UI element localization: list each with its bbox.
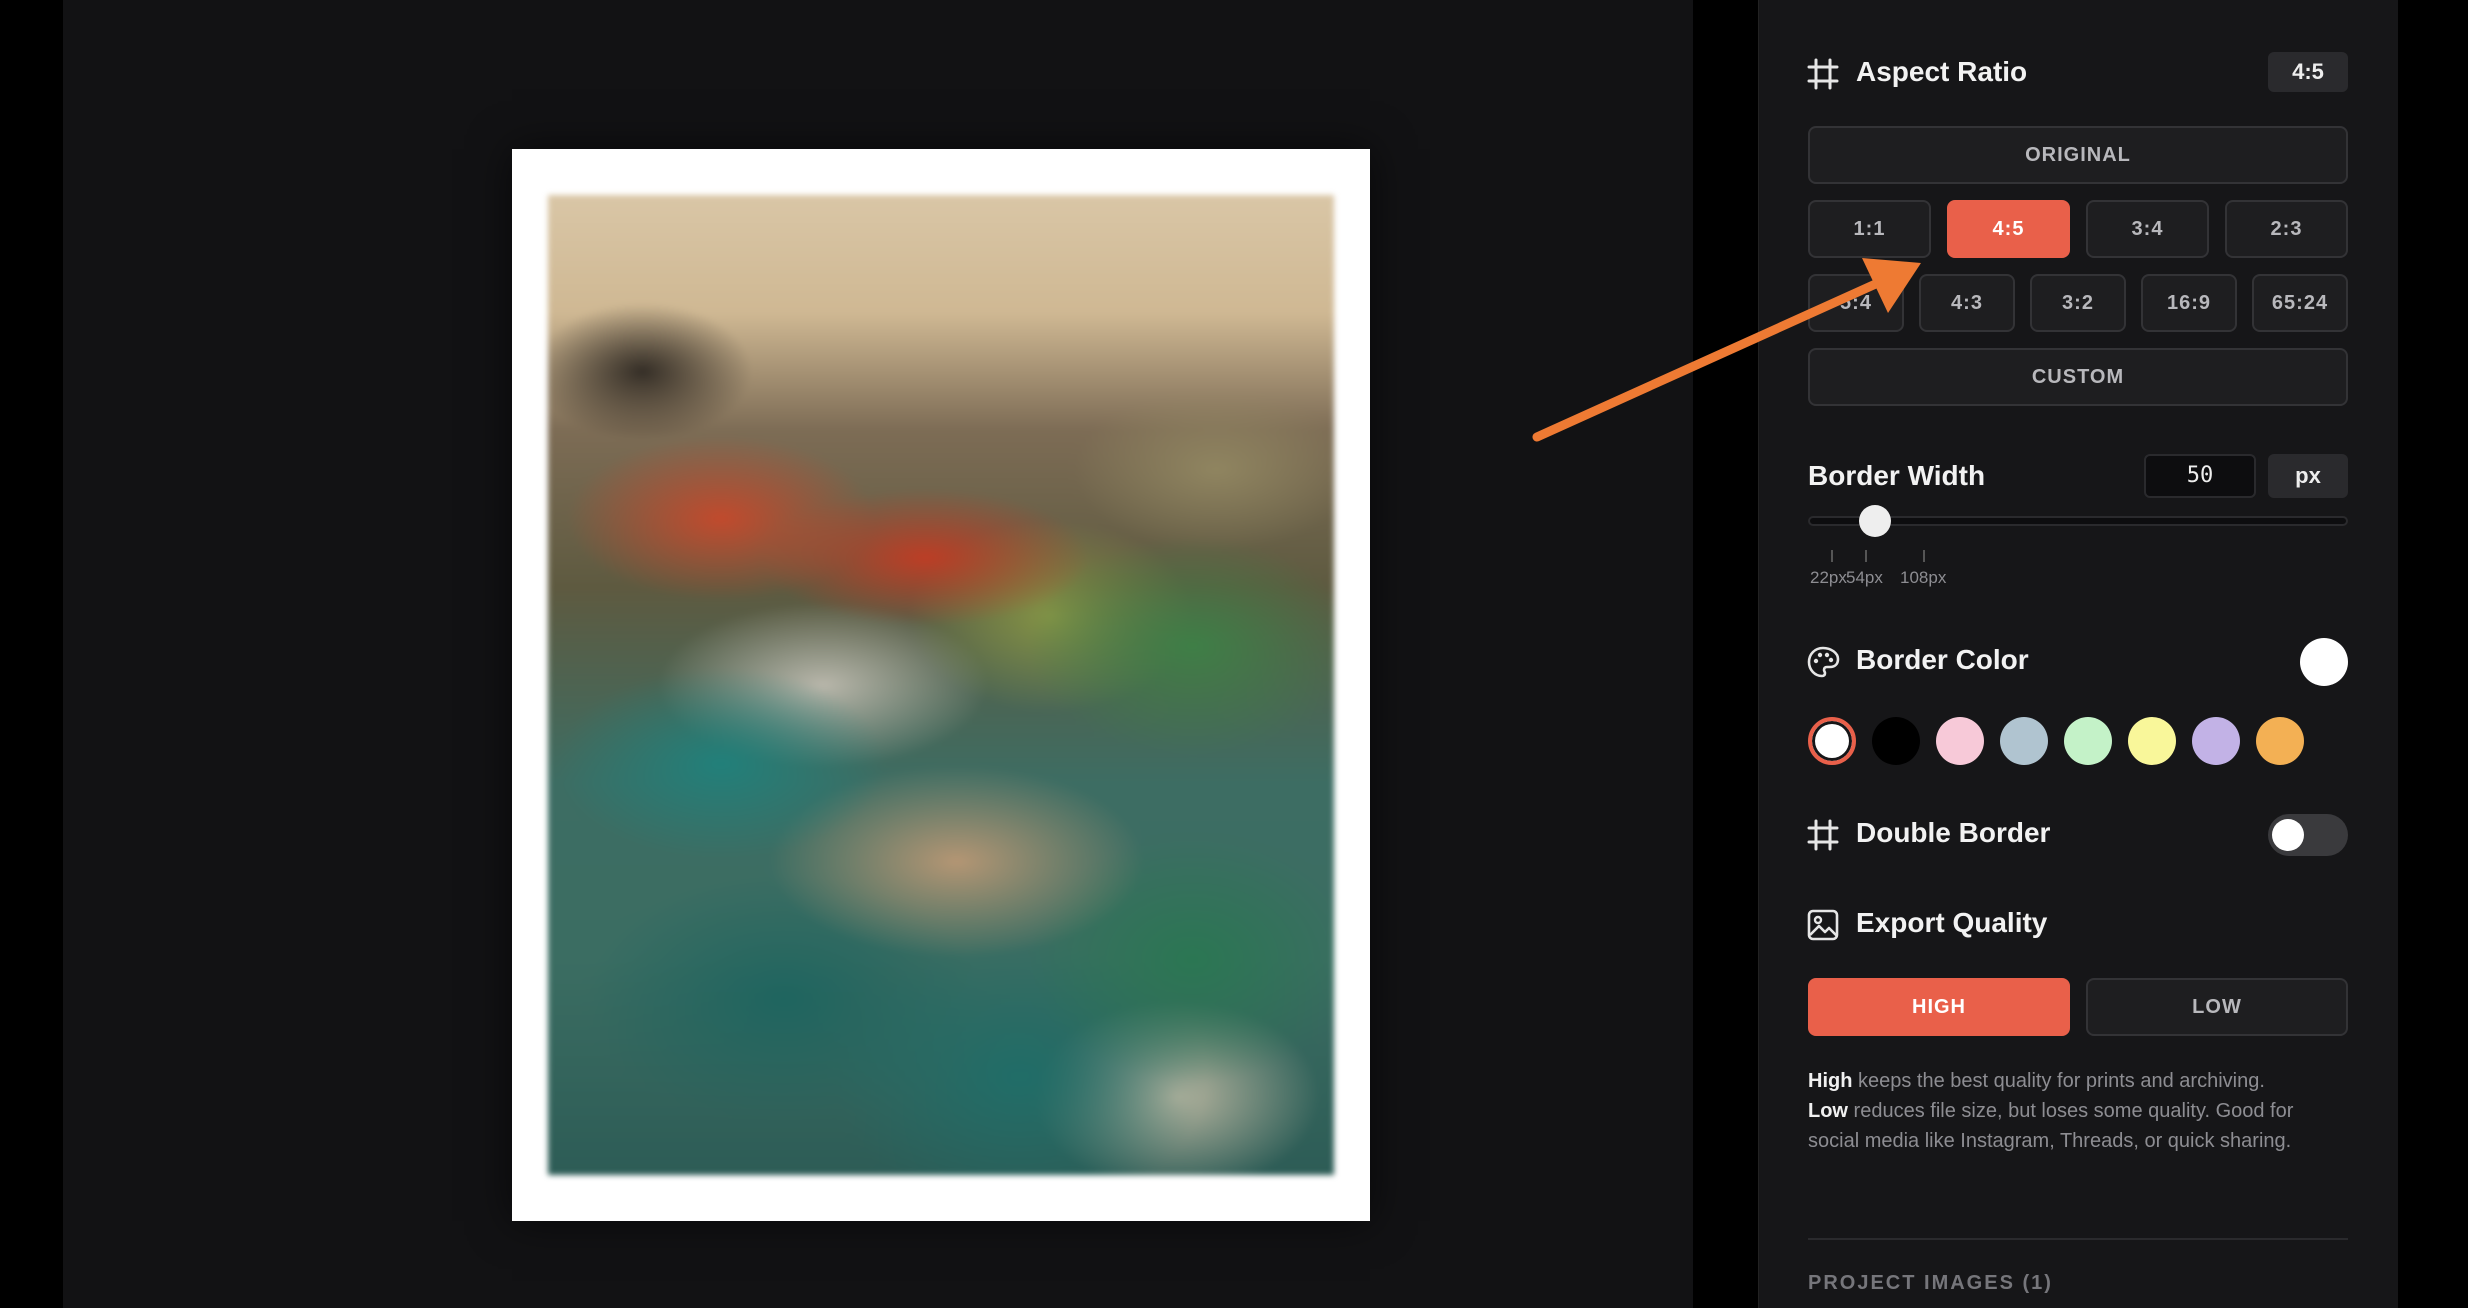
border-width-title: Border Width [1808,460,1986,491]
swatch-blue-gray[interactable] [2000,717,2048,765]
ratio-65-24-button[interactable]: 65:24 [2252,274,2348,332]
swatch-orange[interactable] [2256,717,2304,765]
border-width-input[interactable]: 50 [2144,454,2256,498]
crop-grid-icon [1807,58,1839,90]
ratio-5-4-button[interactable]: 5:4 [1808,274,1904,332]
ratio-2-3-button[interactable]: 2:3 [2225,200,2348,258]
export-quality-title: Export Quality [1856,907,2048,938]
bordered-image-preview [512,149,1370,1221]
desc-high-label: High [1808,1070,1853,1092]
swatch-yellow[interactable] [2128,717,2176,765]
desc-high-text: keeps the best quality for prints and ar… [1852,1070,2265,1092]
ratio-custom-button[interactable]: CUSTOM [1808,348,2348,406]
ratio-16-9-button[interactable]: 16:9 [2141,274,2237,332]
double-border-toggle[interactable] [2268,814,2348,856]
slider-tick [1831,550,1833,562]
ratio-4-3-button[interactable]: 4:3 [1919,274,2015,332]
tick-label-54px[interactable]: 54px [1846,568,1883,588]
quality-high-button[interactable]: HIGH [1808,978,2070,1036]
ratio-4-5-button[interactable]: 4:5 [1947,200,2070,258]
desc-low-label: Low [1808,1100,1848,1122]
border-width-slider-thumb[interactable] [1859,505,1891,537]
aspect-ratio-title: Aspect Ratio [1856,56,2028,87]
ratio-3-2-button[interactable]: 3:2 [2030,274,2126,332]
slider-tick [1923,550,1925,562]
toggle-knob [2272,819,2304,851]
swatch-pink[interactable] [1936,717,1984,765]
tick-label-108px[interactable]: 108px [1900,568,1946,588]
double-border-grid-icon [1807,819,1839,851]
canvas-area [63,0,1693,1308]
section-divider [1808,1238,2348,1240]
border-width-unit[interactable]: px [2268,454,2348,498]
right-margin [2398,0,2468,1308]
photo-preview [548,195,1334,1175]
ratio-original-button[interactable]: ORIGINAL [1808,126,2348,184]
quality-low-button[interactable]: LOW [2086,978,2348,1036]
double-border-title: Double Border [1856,817,2051,848]
tick-label-22px[interactable]: 22px [1810,568,1847,588]
swatch-black[interactable] [1872,717,1920,765]
image-icon [1807,909,1839,941]
swatch-white[interactable] [1808,717,1856,765]
swatch-mint[interactable] [2064,717,2112,765]
swatch-lavender[interactable] [2192,717,2240,765]
export-quality-description: High keeps the best quality for prints a… [1808,1066,2348,1156]
desc-low-text: reduces file size, but loses some qualit… [1808,1100,2294,1152]
slider-tick [1865,550,1867,562]
ratio-1-1-button[interactable]: 1:1 [1808,200,1931,258]
border-color-title: Border Color [1856,644,2029,675]
ratio-3-4-button[interactable]: 3:4 [2086,200,2209,258]
palette-icon [1807,646,1840,678]
panel-gutter [1693,0,1758,1308]
project-images-header[interactable]: PROJECT IMAGES (1) [1808,1272,2053,1295]
aspect-ratio-value-badge: 4:5 [2268,52,2348,92]
current-border-color[interactable] [2300,638,2348,686]
